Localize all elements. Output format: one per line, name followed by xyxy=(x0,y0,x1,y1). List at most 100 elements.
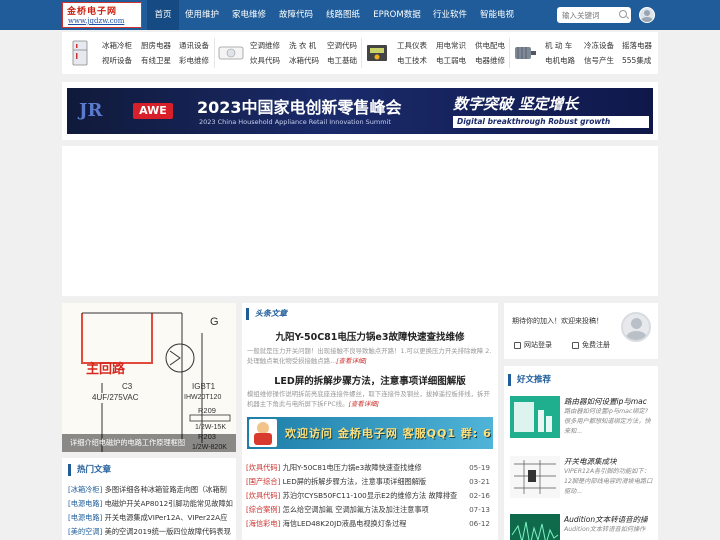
article-category[interactable]: [美的空调] xyxy=(68,527,102,536)
category-link[interactable]: 冷冻设备 xyxy=(584,40,614,51)
article-title[interactable]: 九阳Y-50C81电压力锅e3故障快速查找维修 xyxy=(283,463,422,472)
nav-software[interactable]: 行业软件 xyxy=(429,0,471,30)
article-title[interactable]: LED屏的拆解步骤方法，注意事项详细图解版 xyxy=(283,477,426,486)
banner-slogan: 数字突破 坚定增长 xyxy=(453,95,579,113)
recommended-item[interactable]: Audition文本转语音的操 Audition文本转语音如何操作 xyxy=(510,514,654,540)
site-logo[interactable]: 金桥电子网 www.jqdzw.com xyxy=(62,2,142,28)
register-button[interactable]: 免费注册 xyxy=(570,339,610,352)
article-title[interactable]: 电磁炉开关AP8012引脚功能常见故障如 xyxy=(105,499,233,508)
login-button[interactable]: 网站登录 xyxy=(512,339,552,352)
nav-home[interactable]: 首页 xyxy=(147,0,179,30)
svg-text:C3: C3 xyxy=(122,382,133,391)
nav-eprom[interactable]: EPROM数据 xyxy=(370,0,424,30)
article-category[interactable]: [电源电路] xyxy=(68,513,102,522)
category-link[interactable]: 工具仪表 xyxy=(397,40,427,51)
category-link[interactable]: 炊具代码 xyxy=(250,55,280,66)
category-link[interactable]: 厨房电器 xyxy=(141,40,171,51)
article-list-item[interactable]: [国产综合] LED屏的拆解步骤方法，注意事项详细图解版 03-21 xyxy=(246,476,494,488)
login-icon xyxy=(514,342,521,349)
welcome-panel: 期待你的加入！欢迎来投稿！ 网站登录 免费注册 xyxy=(504,303,658,359)
category-link[interactable]: 通讯设备 xyxy=(179,40,209,51)
article-title[interactable]: 美的空调2019统一版四位故障代码表现 xyxy=(105,527,231,536)
hot-article-item[interactable]: [冰箱冷柜] 多图详细各种冰箱管路走向图（冰箱制 xyxy=(68,485,227,495)
nav-schematics[interactable]: 线路图纸 xyxy=(322,0,364,30)
article-category[interactable]: [冰箱冷柜] xyxy=(68,485,102,494)
category-link[interactable]: 电工基础 xyxy=(327,55,357,66)
article-title[interactable]: 开关电源集成VIPer12A、VIPer22A应 xyxy=(105,513,228,522)
category-link[interactable]: 冰箱冷柜 xyxy=(102,40,132,51)
category-link[interactable]: 彩电维修 xyxy=(179,55,209,66)
category-link[interactable]: 供电配电 xyxy=(475,40,505,51)
nav-fault-codes[interactable]: 故障代码 xyxy=(275,0,317,30)
article-list-item[interactable]: [综合案例] 怎么给空调加氟 空调加氟方法及加注注意事项 07-13 xyxy=(246,504,494,516)
recommended-item[interactable]: 路由器如何设置ip与mac 路由器如何设置ip与mac绑定?很多用户都想知道绑定… xyxy=(510,396,654,440)
category-link[interactable]: 视听设备 xyxy=(102,55,132,66)
article-category[interactable]: [炊具代码] xyxy=(246,491,280,500)
article-category[interactable]: [炊具代码] xyxy=(246,463,280,472)
article-category[interactable]: [国产综合] xyxy=(246,477,280,486)
headline-summary: 模组维修操作说明拆前亮底座连接件螺丝，取下连接件及钢丝，拔掉遥控板排线，拆开机器… xyxy=(247,389,493,409)
headline-summary: 一般就是压力开关问题！出现接触不良导致触点开路！1.可以更换压力开关排除故障 2… xyxy=(247,346,493,366)
fridge-icon xyxy=(72,40,88,66)
category-link[interactable]: 电机电路 xyxy=(545,55,575,66)
category-link[interactable]: 摇落电器 xyxy=(622,40,652,51)
svg-text:主回路: 主回路 xyxy=(86,361,126,377)
recommended-title[interactable]: 开关电源集成块 xyxy=(564,456,617,467)
headline-title[interactable]: 九阳Y-50C81电压力锅e3故障快速查找维修 xyxy=(242,329,498,343)
headline-title[interactable]: LED屏的拆解步骤方法，注意事项详细图解版 xyxy=(242,373,498,387)
article-category[interactable]: [综合案例] xyxy=(246,505,280,514)
banner-container: JR AWE 2023中国家电创新零售峰会 2023 China Househo… xyxy=(62,82,658,140)
category-link[interactable]: 空调代码 xyxy=(327,40,357,51)
featured-image[interactable]: G 主回路 IGBT1 IHW20T120 C3 4UF/275VAC R209… xyxy=(62,303,236,452)
divider xyxy=(361,38,362,68)
article-list-item[interactable]: [炊具代码] 苏泊尔CYSB50FC11-100显示E2的维修方法 故障排查 0… xyxy=(246,490,494,502)
category-link[interactable]: 有线卫星 xyxy=(141,55,171,66)
recommended-desc: 路由器如何设置ip与mac绑定?很多用户都想知道绑定方法，快来和... xyxy=(564,408,651,435)
nav-appliance-repair[interactable]: 家电维修 xyxy=(228,0,270,30)
user-avatar-icon[interactable] xyxy=(621,312,651,342)
category-link[interactable]: 机 动 车 xyxy=(545,40,572,51)
article-title[interactable]: 苏泊尔CYSB50FC11-100显示E2的维修方法 故障排查 xyxy=(283,491,458,500)
category-link[interactable]: 信号产生 xyxy=(584,55,614,66)
hot-article-item[interactable]: [电源电路] 电磁炉开关AP8012引脚功能常见故障如 xyxy=(68,499,233,509)
qq-group-ad[interactable]: 欢迎访问 金桥电子网 客服QQ1 群: 61898804 xyxy=(247,417,493,449)
category-link[interactable]: 电器维修 xyxy=(475,55,505,66)
hot-article-item[interactable]: [美的空调] 美的空调2019统一版四位故障代码表现 xyxy=(68,527,231,537)
article-category[interactable]: [海信彩电] xyxy=(246,519,280,528)
category-link[interactable]: 冰箱代码 xyxy=(289,55,319,66)
read-more-link[interactable]: [查看详细] xyxy=(348,400,379,408)
nav-usage-maintenance[interactable]: 使用维护 xyxy=(181,0,223,30)
ad-text: 欢迎访问 金桥电子网 客服QQ1 群: 61898804 xyxy=(285,427,493,440)
summary-text: 一般就是压力开关问题！出现接触不良导致触点开路！1.可以更换压力开关排除故障 2… xyxy=(247,347,492,365)
article-title[interactable]: 多图详细各种冰箱管路走向图（冰箱制 xyxy=(105,485,227,494)
search-icon[interactable] xyxy=(619,10,627,18)
recommended-item[interactable]: 开关电源集成块 VIPER12A各引脚的功能如下：12脚是内部线电容的滑坡电路口… xyxy=(510,456,654,500)
category-link[interactable]: 空调维修 xyxy=(250,40,280,51)
category-link[interactable]: 电工弱电 xyxy=(436,55,466,66)
nav-smart-tv[interactable]: 智能电视 xyxy=(476,0,518,30)
recommended-title[interactable]: Audition文本转语音的操 xyxy=(564,514,648,525)
search-input[interactable] xyxy=(562,9,616,21)
circuit-thumbnail xyxy=(510,456,560,498)
recommended-title[interactable]: 路由器如何设置ip与mac xyxy=(564,396,647,407)
headline-panel: 头条文章 九阳Y-50C81电压力锅e3故障快速查找维修 一般就是压力开关问题！… xyxy=(242,303,498,540)
article-category[interactable]: [电源电路] xyxy=(68,499,102,508)
svg-text:4UF/275VAC: 4UF/275VAC xyxy=(92,393,139,402)
article-date: 05-19 xyxy=(469,463,490,472)
category-link[interactable]: 555集成 xyxy=(622,55,651,66)
read-more-link[interactable]: [查看详细] xyxy=(336,357,367,365)
recommended-heading: 好文推荐 xyxy=(508,374,551,386)
article-date: 06-12 xyxy=(469,519,490,528)
category-link[interactable]: 用电常识 xyxy=(436,40,466,51)
user-avatar-icon[interactable] xyxy=(639,7,655,23)
hot-article-item[interactable]: [电源电路] 开关电源集成VIPer12A、VIPer22A应 xyxy=(68,513,227,523)
article-list-item[interactable]: [海信彩电] 海信LED48K20JD液晶电视换灯条过程 06-12 xyxy=(246,518,494,530)
image-caption[interactable]: 详细介绍电磁炉的电路工作原理框图 xyxy=(62,434,236,452)
article-title[interactable]: 怎么给空调加氟 空调加氟方法及加注注意事项 xyxy=(283,505,429,514)
article-title[interactable]: 海信LED48K20JD液晶电视换灯条过程 xyxy=(283,519,407,528)
banner-ad[interactable]: JR AWE 2023中国家电创新零售峰会 2023 China Househo… xyxy=(67,88,653,134)
category-link[interactable]: 洗 衣 机 xyxy=(289,40,316,51)
article-list-item[interactable]: [炊具代码] 九阳Y-50C81电压力锅e3故障快速查找维修 05-19 xyxy=(246,462,494,474)
category-link[interactable]: 电工技术 xyxy=(397,55,427,66)
svg-text:R209: R209 xyxy=(198,406,216,415)
